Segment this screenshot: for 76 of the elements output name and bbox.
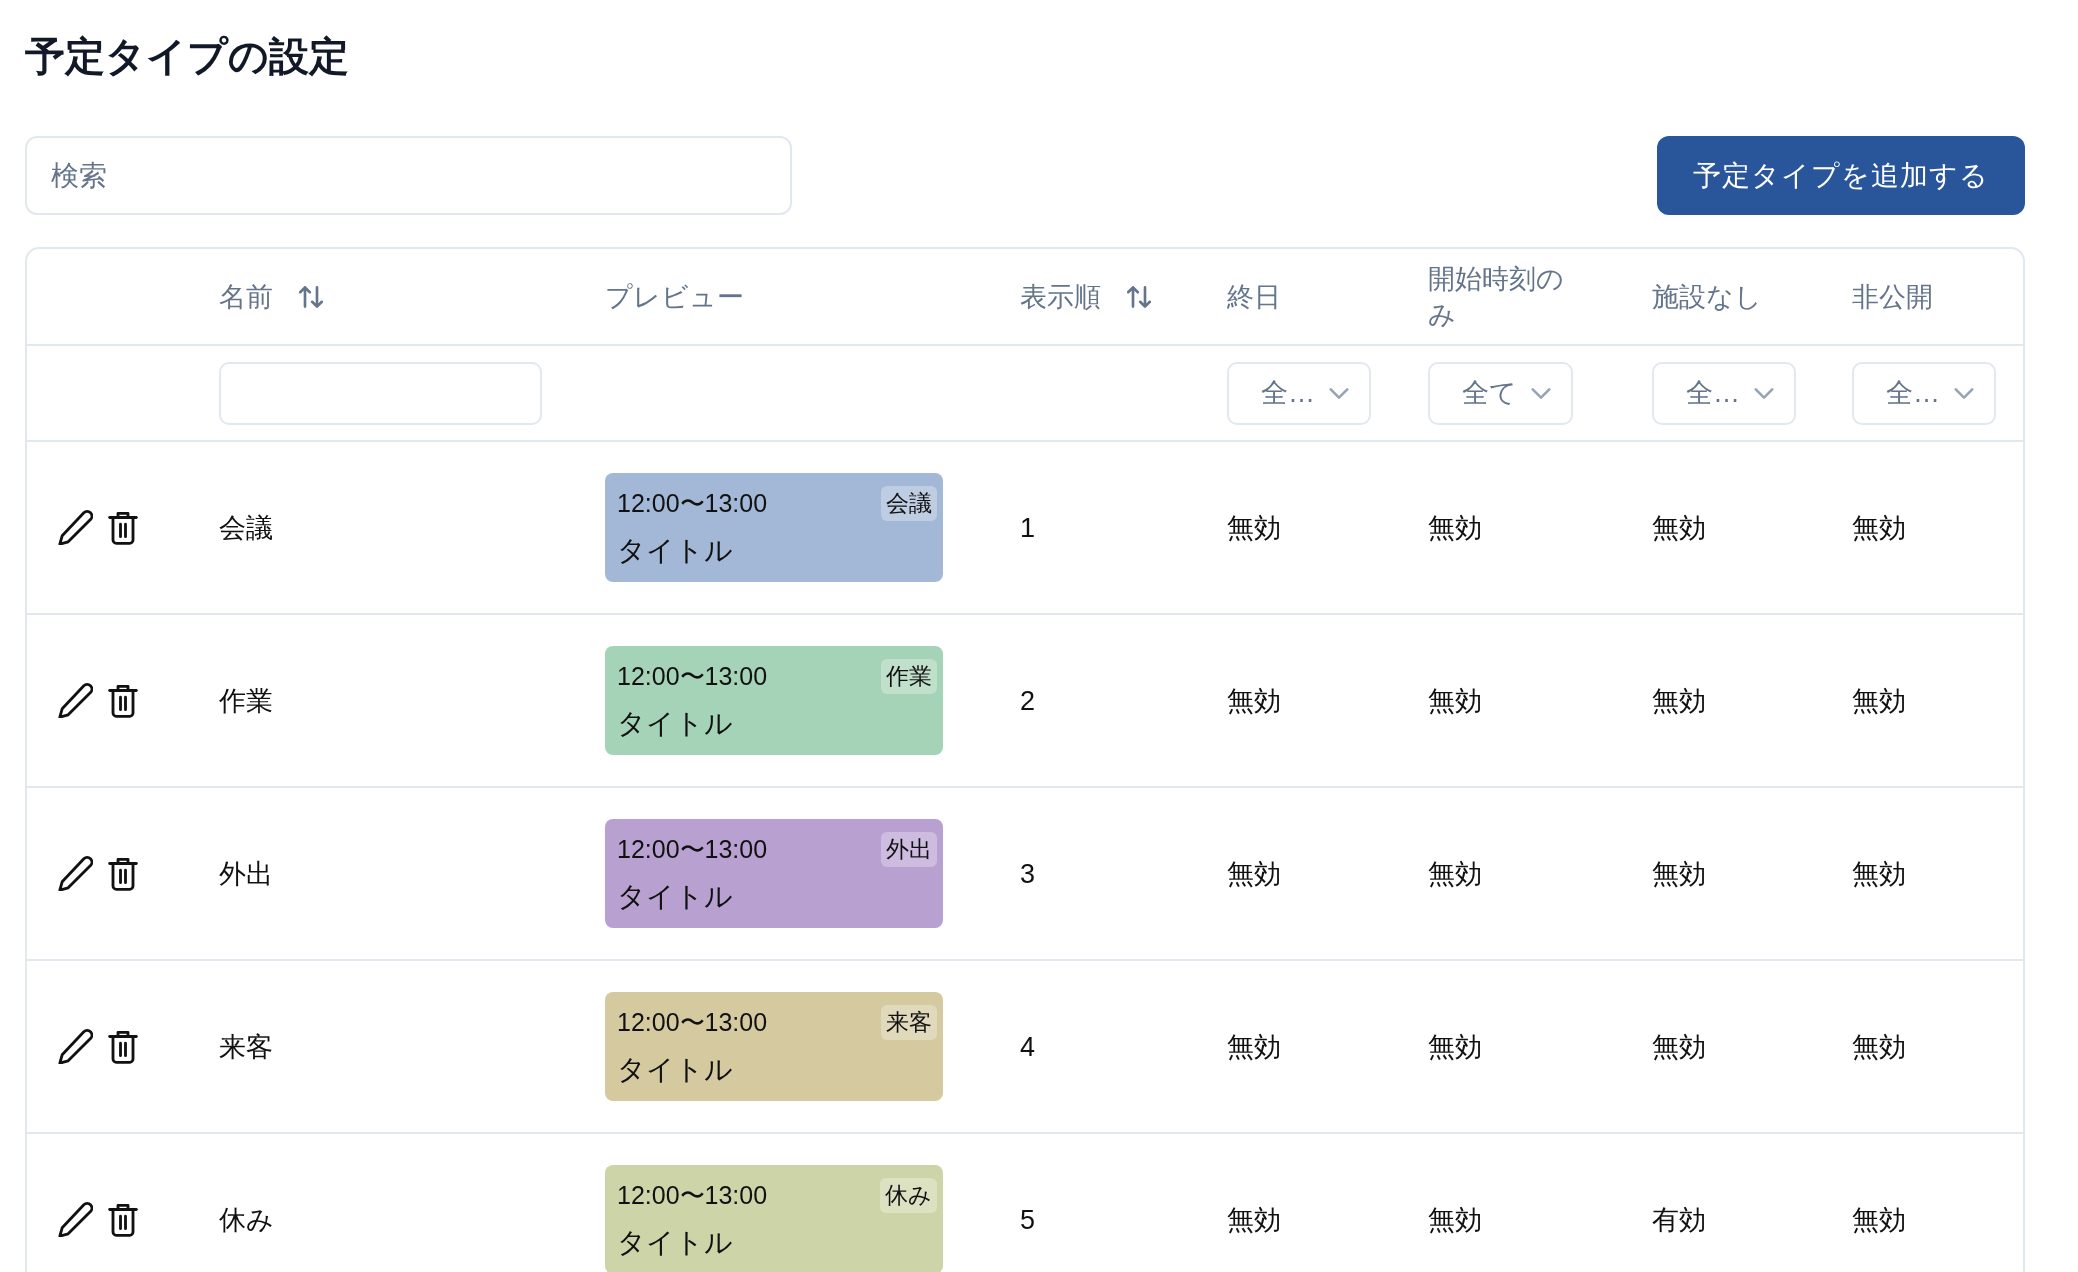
event-title: タイトル (617, 1053, 733, 1087)
search-field[interactable]: 検索 (25, 136, 792, 215)
add-button[interactable]: 予定タイプを追加する (1657, 136, 2025, 215)
trash-icon[interactable] (108, 683, 138, 718)
private-value: 無効 (1852, 858, 1906, 889)
page-title: 予定タイプの設定 (25, 33, 349, 80)
display-order: 4 (1020, 1031, 1036, 1062)
event-time: 12:00〜13:00 (617, 1180, 768, 1211)
filter-dropdown[interactable]: 全… (1852, 361, 1996, 425)
display-order: 5 (1020, 1204, 1036, 1235)
start-time-only-value: 無効 (1428, 1204, 1482, 1235)
event-title: タイトル (617, 707, 733, 741)
no-facility-value: 無効 (1652, 1031, 1706, 1062)
type-name: 来客 (219, 1031, 273, 1062)
no-facility-value: 無効 (1652, 685, 1706, 716)
start-time-only-value: 無効 (1428, 1031, 1482, 1062)
display-order: 1 (1020, 512, 1036, 543)
start-time-only-value: 無効 (1428, 858, 1482, 889)
pencil-icon[interactable] (58, 683, 93, 718)
filter-dropdown[interactable]: 全… (1652, 361, 1796, 425)
pencil-icon[interactable] (58, 1029, 93, 1064)
event-title: タイトル (617, 1226, 733, 1260)
trash-icon[interactable] (108, 1202, 138, 1237)
trash-icon[interactable] (108, 510, 138, 545)
sort-icon[interactable] (299, 284, 323, 309)
column-header: 開始時刻のみ (1428, 262, 1565, 332)
event-time: 12:00〜13:00 (617, 834, 768, 865)
filter-dropdown[interactable]: 全… (1227, 361, 1371, 425)
column-header[interactable]: 名前 (219, 278, 273, 315)
pencil-icon[interactable] (58, 856, 93, 891)
column-header: 終日 (1227, 280, 1281, 314)
no-facility-value: 有効 (1652, 1204, 1706, 1235)
type-tag: 外出 (881, 831, 937, 867)
display-order: 3 (1020, 858, 1036, 889)
event-title: タイトル (617, 880, 733, 914)
column-header: 非公開 (1852, 280, 1933, 314)
type-tag: 休み (880, 1177, 937, 1213)
trash-icon[interactable] (108, 856, 138, 891)
type-name: 休み (219, 1204, 274, 1235)
start-time-only-value: 無効 (1428, 512, 1482, 543)
sort-icon[interactable] (1127, 284, 1151, 309)
event-time: 12:00〜13:00 (617, 661, 768, 692)
no-facility-value: 無効 (1652, 858, 1706, 889)
type-tag: 来客 (881, 1004, 937, 1040)
column-header: プレビュー (605, 280, 744, 314)
type-tag: 会議 (881, 485, 937, 521)
chevron-down-icon (1329, 387, 1349, 399)
all-day-value: 無効 (1227, 858, 1281, 889)
event-time: 12:00〜13:00 (617, 488, 768, 519)
all-day-value: 無効 (1227, 1204, 1281, 1235)
event-time: 12:00〜13:00 (617, 1007, 768, 1038)
start-time-only-value: 無効 (1428, 685, 1482, 716)
name-filter-field[interactable] (219, 361, 542, 425)
display-order: 2 (1020, 685, 1036, 716)
column-header: 施設なし (1652, 280, 1762, 314)
private-value: 無効 (1852, 685, 1906, 716)
private-value: 無効 (1852, 512, 1906, 543)
type-name: 外出 (219, 858, 273, 889)
no-facility-value: 無効 (1652, 512, 1706, 543)
all-day-value: 無効 (1227, 1031, 1281, 1062)
chevron-down-icon (1754, 387, 1774, 399)
all-day-value: 無効 (1227, 685, 1281, 716)
chevron-down-icon (1954, 387, 1974, 399)
trash-icon[interactable] (108, 1029, 138, 1064)
column-header[interactable]: 表示順 (1020, 278, 1101, 315)
private-value: 無効 (1852, 1204, 1906, 1235)
filter-dropdown[interactable]: 全て (1428, 361, 1573, 425)
event-title: タイトル (617, 534, 733, 568)
all-day-value: 無効 (1227, 512, 1281, 543)
type-name: 作業 (219, 685, 273, 716)
type-name: 会議 (219, 512, 273, 543)
pencil-icon[interactable] (58, 1202, 93, 1237)
pencil-icon[interactable] (58, 510, 93, 545)
type-tag: 作業 (881, 658, 937, 694)
chevron-down-icon (1531, 387, 1551, 399)
private-value: 無効 (1852, 1031, 1906, 1062)
